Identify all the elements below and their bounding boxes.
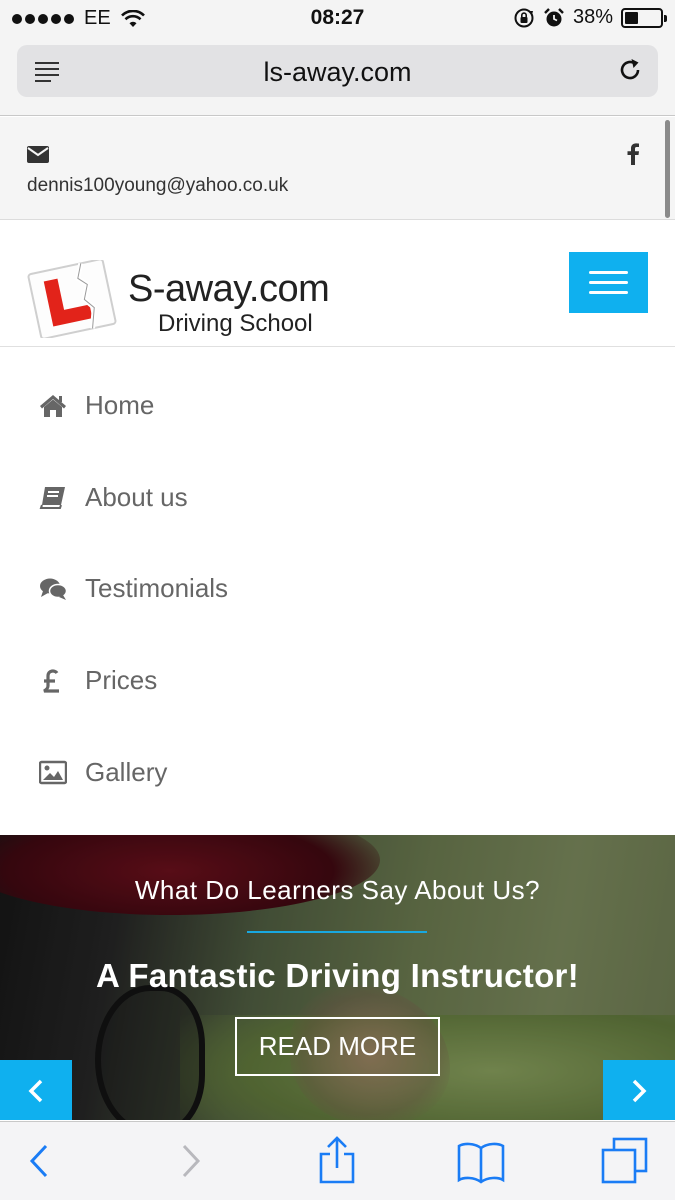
hamburger-menu-button[interactable]	[569, 252, 648, 313]
alarm-icon	[544, 7, 564, 26]
url-field[interactable]: ls-away.com	[17, 45, 658, 97]
battery-percent: 38%	[572, 6, 613, 28]
status-bar: EE 08:27 38%	[0, 0, 675, 38]
l-plate-logo-icon	[27, 260, 117, 338]
envelope-icon	[27, 146, 49, 163]
share-icon[interactable]	[312, 1136, 362, 1186]
image-icon	[39, 760, 67, 785]
nav-label-home: Home	[85, 390, 155, 420]
forward-icon[interactable]	[165, 1136, 215, 1186]
hero-kicker: What Do Learners Say About Us?	[134, 875, 541, 905]
back-icon[interactable]	[15, 1136, 65, 1186]
page-scrollbar[interactable]	[665, 120, 670, 218]
slider-prev-button[interactable]	[0, 1060, 72, 1120]
nav-item-prices[interactable]: Prices	[0, 635, 675, 727]
pound-icon	[43, 669, 59, 693]
hamburger-icon-bar	[589, 281, 628, 284]
testimonial-slider: What Do Learners Say About Us? A Fantast…	[0, 835, 675, 1120]
nav-item-home[interactable]: Home	[0, 360, 675, 452]
site-logo[interactable]: S-away.com Driving School	[26, 246, 356, 346]
url-text[interactable]: ls-away.com	[17, 57, 658, 88]
nav-label-about-us: About us	[85, 482, 188, 512]
chevron-right-icon	[632, 1079, 647, 1103]
nav-item-gallery[interactable]: Gallery	[0, 727, 675, 819]
book-icon	[39, 487, 65, 509]
nav-item-about-us[interactable]: About us	[0, 452, 675, 544]
main-nav-menu: Home About us Testimonials Prices Galler…	[0, 348, 675, 835]
status-right: 38%	[513, 6, 667, 29]
logo-title: S-away.com	[128, 268, 330, 310]
rotation-lock-icon	[514, 8, 534, 27]
read-more-button[interactable]: READ MORE	[235, 1017, 440, 1076]
reload-icon[interactable]	[616, 56, 644, 84]
contact-bar: dennis100young@yahoo.co.uk	[0, 117, 675, 220]
battery-icon	[621, 7, 667, 28]
chevron-left-icon	[28, 1079, 43, 1103]
nav-label-prices: Prices	[85, 665, 158, 695]
site-header: S-away.com Driving School	[0, 220, 675, 347]
bookmarks-icon[interactable]	[456, 1136, 506, 1186]
hamburger-icon	[589, 271, 628, 274]
browser-toolbar	[0, 1121, 675, 1200]
nav-item-testimonials[interactable]: Testimonials	[0, 543, 675, 635]
comments-icon	[40, 578, 67, 600]
hero-divider	[247, 931, 427, 933]
home-icon	[40, 395, 66, 417]
nav-label-testimonials: Testimonials	[85, 573, 229, 603]
facebook-icon[interactable]	[626, 143, 640, 165]
browser-address-bar: ls-away.com	[0, 38, 675, 116]
logo-subtitle: Driving School	[158, 310, 313, 337]
hamburger-icon-bar	[589, 291, 628, 294]
hero-title: A Fantastic Driving Instructor!	[96, 957, 579, 994]
contact-email-link[interactable]: dennis100young@yahoo.co.uk	[27, 175, 288, 197]
slider-next-button[interactable]	[603, 1060, 675, 1120]
tabs-icon[interactable]	[600, 1136, 650, 1186]
nav-label-gallery: Gallery	[85, 757, 168, 787]
battery-fill	[625, 11, 638, 24]
